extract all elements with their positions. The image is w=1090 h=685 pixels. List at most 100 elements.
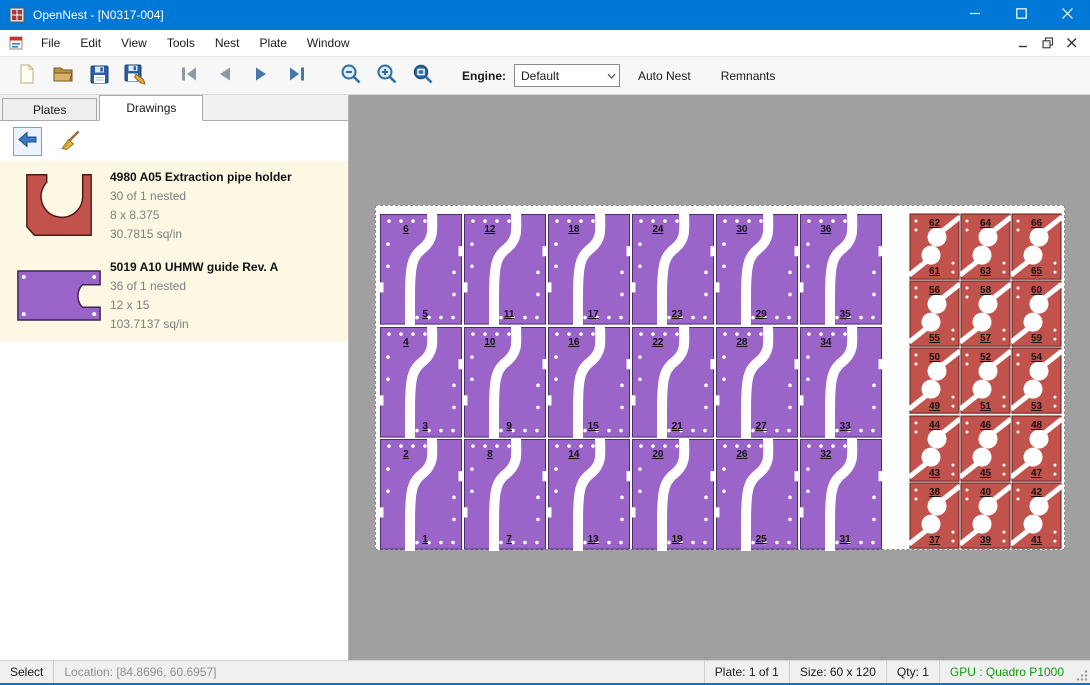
save-button[interactable] (84, 61, 114, 91)
part-thumbnail (8, 166, 110, 244)
nest-part-cell[interactable]: 2625 (715, 438, 799, 551)
menu-item-window[interactable]: Window (297, 31, 360, 55)
nest-part-cell[interactable]: 4645 (960, 415, 1011, 482)
nest-part-cell[interactable]: 3635 (799, 213, 883, 326)
nav-next-button[interactable] (246, 61, 276, 91)
part-number: 62 (909, 218, 960, 229)
close-icon (1062, 8, 1073, 22)
part-number: 4 (389, 337, 423, 348)
nest-part-cell[interactable]: 4241 (1011, 482, 1062, 549)
nest-part-cell[interactable]: 5453 (1011, 347, 1062, 414)
part-number: 22 (641, 337, 675, 348)
nest-part-cell[interactable]: 5251 (960, 347, 1011, 414)
zoom-in-button[interactable] (372, 61, 402, 91)
nest-part-cell[interactable]: 6261 (909, 213, 960, 280)
engine-select[interactable]: Default (514, 64, 620, 87)
tab-strip: Plates Drawings (0, 95, 348, 121)
drawing-list-item[interactable]: 4980 A05 Extraction pipe holder 30 of 1 … (0, 161, 348, 251)
part-number: 63 (960, 266, 1011, 277)
drawings-toolbar (0, 121, 348, 161)
window-minimize-button[interactable] (952, 0, 998, 30)
window-close-button[interactable] (1044, 0, 1090, 30)
zoom-out-button[interactable] (336, 61, 366, 91)
left-panel: Plates Drawings 4980 A05 Extraction pipe… (0, 95, 349, 660)
part-number: 60 (1011, 285, 1062, 296)
clean-broom-icon (59, 129, 81, 154)
menu-item-plate[interactable]: Plate (250, 31, 297, 55)
zoom-fit-button[interactable] (408, 61, 438, 91)
nest-part-cell[interactable]: 2019 (631, 438, 715, 551)
nest-part-cell[interactable]: 3837 (909, 482, 960, 549)
save-icon (89, 64, 110, 88)
tab-plates[interactable]: Plates (2, 98, 97, 120)
nest-part-cell[interactable]: 5655 (909, 280, 960, 347)
part-nested-count: 36 of 1 nested (110, 277, 340, 296)
nest-row: 65 1211 1817 2423 3029 3635 (379, 213, 883, 326)
nest-part-cell[interactable]: 3231 (799, 438, 883, 551)
return-to-nest-button[interactable] (13, 127, 42, 156)
nest-part-cell[interactable]: 1615 (547, 326, 631, 439)
nest-part-cell[interactable]: 3029 (715, 213, 799, 326)
nest-part-cell[interactable]: 43 (379, 326, 463, 439)
part-number: 8 (473, 449, 507, 460)
resize-grip[interactable] (1074, 661, 1090, 683)
part-number: 14 (557, 449, 591, 460)
nest-row: 5049 5251 5453 (909, 347, 1062, 414)
zoom-out-icon (340, 63, 362, 88)
chevron-down-icon (603, 73, 619, 79)
nest-part-cell[interactable]: 6665 (1011, 213, 1062, 280)
nest-part-cell[interactable]: 6463 (960, 213, 1011, 280)
save-as-button[interactable] (120, 61, 150, 91)
nest-part-cell[interactable]: 2827 (715, 326, 799, 439)
part-number: 45 (960, 468, 1011, 479)
auto-nest-button[interactable]: Auto Nest (626, 64, 703, 88)
child-restore-button[interactable] (1036, 33, 1060, 54)
menu-item-tools[interactable]: Tools (157, 31, 205, 55)
nav-previous-button[interactable] (210, 61, 240, 91)
nest-part-cell[interactable]: 5857 (960, 280, 1011, 347)
nest-part-cell[interactable]: 87 (463, 438, 547, 551)
window-maximize-button[interactable] (998, 0, 1044, 30)
child-close-button[interactable] (1060, 33, 1084, 54)
part-number: 32 (809, 449, 843, 460)
nest-part-cell[interactable]: 6059 (1011, 280, 1062, 347)
nest-part-cell[interactable]: 2423 (631, 213, 715, 326)
open-file-button[interactable] (48, 61, 78, 91)
part-name: 5019 A10 UHMW guide Rev. A (110, 260, 340, 274)
part-number: 50 (909, 352, 960, 363)
document-icon (8, 35, 24, 51)
nest-part-cell[interactable]: 4847 (1011, 415, 1062, 482)
nest-part-cell[interactable]: 21 (379, 438, 463, 551)
nest-row: 3837 4039 4241 (909, 482, 1062, 549)
plate[interactable]: 65 1211 1817 2423 3029 3635 43 1 (375, 205, 1065, 550)
menu-item-view[interactable]: View (111, 31, 157, 55)
nest-part-cell[interactable]: 65 (379, 213, 463, 326)
status-location: Location: [84.8696, 60.6957] (54, 661, 226, 683)
nest-part-cell[interactable]: 2221 (631, 326, 715, 439)
part-number: 3 (408, 421, 442, 432)
new-file-button[interactable] (12, 61, 42, 91)
part-number: 30 (725, 224, 759, 235)
part-size: 12 x 15 (110, 296, 340, 315)
menu-item-file[interactable]: File (31, 31, 70, 55)
nest-part-cell[interactable]: 4443 (909, 415, 960, 482)
clean-drawings-button[interactable] (55, 127, 84, 156)
drawing-list-item[interactable]: 5019 A10 UHMW guide Rev. A 36 of 1 neste… (0, 251, 348, 341)
menu-item-nest[interactable]: Nest (205, 31, 250, 55)
menu-item-edit[interactable]: Edit (70, 31, 111, 55)
nest-part-cell[interactable]: 3433 (799, 326, 883, 439)
part-number: 65 (1011, 266, 1062, 277)
tab-drawings[interactable]: Drawings (99, 95, 203, 121)
remnants-button[interactable]: Remnants (709, 64, 788, 88)
status-size: Size: 60 x 120 (790, 661, 886, 683)
nav-first-button[interactable] (174, 61, 204, 91)
nav-last-button[interactable] (282, 61, 312, 91)
child-minimize-button[interactable] (1012, 33, 1036, 54)
nest-canvas[interactable]: 65 1211 1817 2423 3029 3635 43 1 (349, 95, 1090, 660)
nest-part-cell[interactable]: 1211 (463, 213, 547, 326)
nest-part-cell[interactable]: 4039 (960, 482, 1011, 549)
nest-part-cell[interactable]: 109 (463, 326, 547, 439)
nest-part-cell[interactable]: 5049 (909, 347, 960, 414)
nest-part-cell[interactable]: 1817 (547, 213, 631, 326)
nest-part-cell[interactable]: 1413 (547, 438, 631, 551)
